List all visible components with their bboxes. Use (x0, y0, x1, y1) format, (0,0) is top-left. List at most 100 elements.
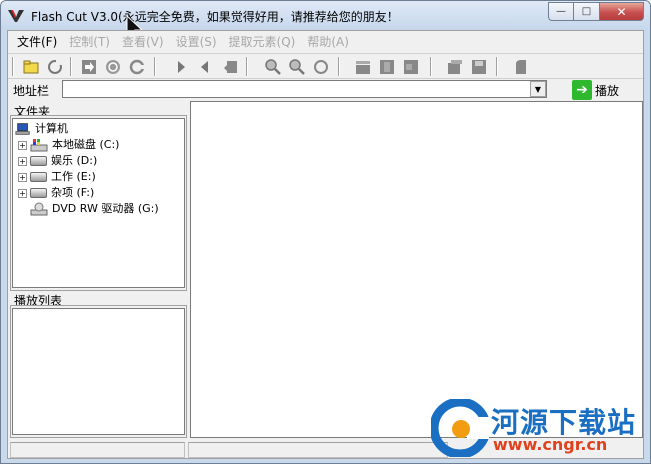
app-window: Flash Cut V3.0(永远完全免费，如果觉得好用，请推荐给您的朋友！ —… (0, 0, 651, 464)
tree-root-computer[interactable]: 计算机 (15, 121, 68, 137)
clapper-icon (355, 60, 370, 74)
play-address-button[interactable]: ➔ 播放 (572, 79, 619, 101)
go-button[interactable] (80, 58, 97, 75)
toolbar-separator (70, 57, 72, 76)
export-icon (223, 60, 237, 73)
toolbar-separator (430, 57, 432, 76)
export-button[interactable] (222, 58, 239, 75)
expand-icon[interactable]: + (18, 172, 27, 182)
maximize-button[interactable]: □ (574, 2, 600, 21)
window-controls: — □ ✕ (548, 2, 644, 21)
back-icon (200, 60, 208, 73)
open-folder-icon (23, 60, 38, 73)
address-input[interactable] (62, 80, 547, 98)
window-title: Flash Cut V3.0(永远完全免费，如果觉得好用，请推荐给您的朋友！ (31, 10, 399, 24)
zoom-out-icon (288, 58, 305, 75)
toolbar-separator (496, 57, 498, 76)
refresh-icon (47, 59, 62, 74)
toolbar-separator (338, 57, 340, 76)
tree-item-drive-d[interactable]: + 娱乐 (D:) (18, 153, 97, 169)
title-bar[interactable]: Flash Cut V3.0(永远完全免费，如果觉得好用，请推荐给您的朋友！ —… (1, 1, 650, 41)
dropdown-arrow-icon: ▼ (534, 84, 542, 94)
flash-cut-logo-icon (8, 10, 24, 22)
save-button[interactable] (470, 58, 487, 75)
open-folder-button[interactable] (22, 58, 39, 75)
tree-root-label: 计算机 (35, 122, 68, 135)
status-cell (188, 442, 448, 458)
client-area: 文件(F) 控制(T) 查看(V) 设置(S) 提取元素(Q) 帮助(A) 地址… (7, 30, 644, 459)
folders-tree-view[interactable]: 计算机 + 本地磁盘 (C:) + 娱乐 (D:) + 工作 (E:) + 杂项… (12, 118, 185, 288)
go-icon (81, 59, 96, 74)
tree-item-drive-e[interactable]: + 工作 (E:) (18, 169, 96, 185)
extract-icon (515, 59, 526, 74)
address-dropdown-button[interactable]: ▼ (530, 81, 546, 97)
frame-next-icon (403, 59, 418, 74)
watermark-logo-icon (431, 399, 489, 457)
minimize-button[interactable]: — (548, 2, 574, 21)
computer-icon (15, 123, 30, 135)
status-cell (10, 442, 185, 458)
stop-button[interactable] (104, 58, 121, 75)
toolbar-separator (246, 57, 248, 76)
tree-item-drive-f[interactable]: + 杂项 (F:) (18, 185, 94, 201)
tree-item-label: 工作 (E:) (51, 170, 96, 183)
expand-icon[interactable]: + (18, 140, 27, 150)
menu-extract[interactable]: 提取元素(Q) (223, 33, 302, 50)
properties-button[interactable] (446, 58, 463, 75)
properties-icon (447, 59, 462, 74)
save-icon (471, 59, 486, 74)
watermark-url: www.cngr.cn (493, 435, 608, 454)
playlist-pane (10, 305, 187, 438)
frame-prev-icon (379, 59, 394, 74)
tree-item-drive-c[interactable]: + 本地磁盘 (C:) (18, 137, 119, 153)
clapper-button[interactable] (354, 58, 371, 75)
menu-settings[interactable]: 设置(S) (170, 33, 223, 50)
zoom-reset-button[interactable] (312, 58, 329, 75)
refresh-button[interactable] (46, 58, 63, 75)
tree-item-label: 杂项 (F:) (51, 186, 95, 199)
zoom-in-icon (264, 58, 281, 75)
zoom-reset-icon (313, 59, 328, 74)
toolbar (8, 53, 643, 79)
tree-item-label: DVD RW 驱动器 (G:) (52, 202, 159, 215)
toolbar-separator (154, 57, 156, 76)
close-button[interactable]: ✕ (600, 2, 644, 21)
folders-pane: 计算机 + 本地磁盘 (C:) + 娱乐 (D:) + 工作 (E:) + 杂项… (10, 115, 187, 291)
zoom-in-button[interactable] (264, 58, 281, 75)
hard-drive-icon (30, 172, 47, 182)
menu-view[interactable]: 查看(V) (116, 33, 170, 50)
hard-drive-icon (30, 156, 47, 166)
tree-item-label: 本地磁盘 (C:) (52, 138, 120, 151)
expand-icon[interactable]: + (18, 156, 27, 166)
frame-prev-button[interactable] (378, 58, 395, 75)
back-button[interactable] (196, 58, 213, 75)
menu-help[interactable]: 帮助(A) (301, 33, 355, 50)
flash-preview-area[interactable] (190, 101, 643, 438)
green-arrow-icon: ➔ (572, 80, 592, 100)
hard-drive-icon (30, 188, 47, 198)
watermark: 河源下载站 www.cngr.cn (431, 397, 650, 459)
play-button[interactable] (172, 58, 189, 75)
close-icon: ✕ (616, 4, 627, 19)
play-icon (177, 60, 185, 73)
playlist-view[interactable] (12, 308, 185, 435)
maximize-icon: □ (581, 6, 592, 17)
menu-bar: 文件(F) 控制(T) 查看(V) 设置(S) 提取元素(Q) 帮助(A) (8, 31, 643, 51)
zoom-out-button[interactable] (288, 58, 305, 75)
extract-button[interactable] (512, 58, 529, 75)
dvd-drive-icon (30, 202, 48, 216)
tree-item-drive-g[interactable]: DVD RW 驱动器 (G:) (30, 201, 159, 217)
minimize-icon: — (556, 6, 566, 17)
tree-item-label: 娱乐 (D:) (51, 154, 98, 167)
menu-file[interactable]: 文件(F) (11, 33, 63, 50)
toolbar-separator (12, 57, 14, 76)
frame-next-button[interactable] (402, 58, 419, 75)
loop-icon (129, 59, 145, 74)
loop-button[interactable] (128, 58, 145, 75)
system-drive-icon (30, 139, 48, 152)
play-button-label: 播放 (595, 83, 620, 98)
stop-icon (105, 59, 120, 74)
address-bar: 地址栏 ▼ ➔ 播放 (8, 79, 643, 101)
menu-control[interactable]: 控制(T) (63, 33, 116, 50)
expand-icon[interactable]: + (18, 188, 27, 198)
